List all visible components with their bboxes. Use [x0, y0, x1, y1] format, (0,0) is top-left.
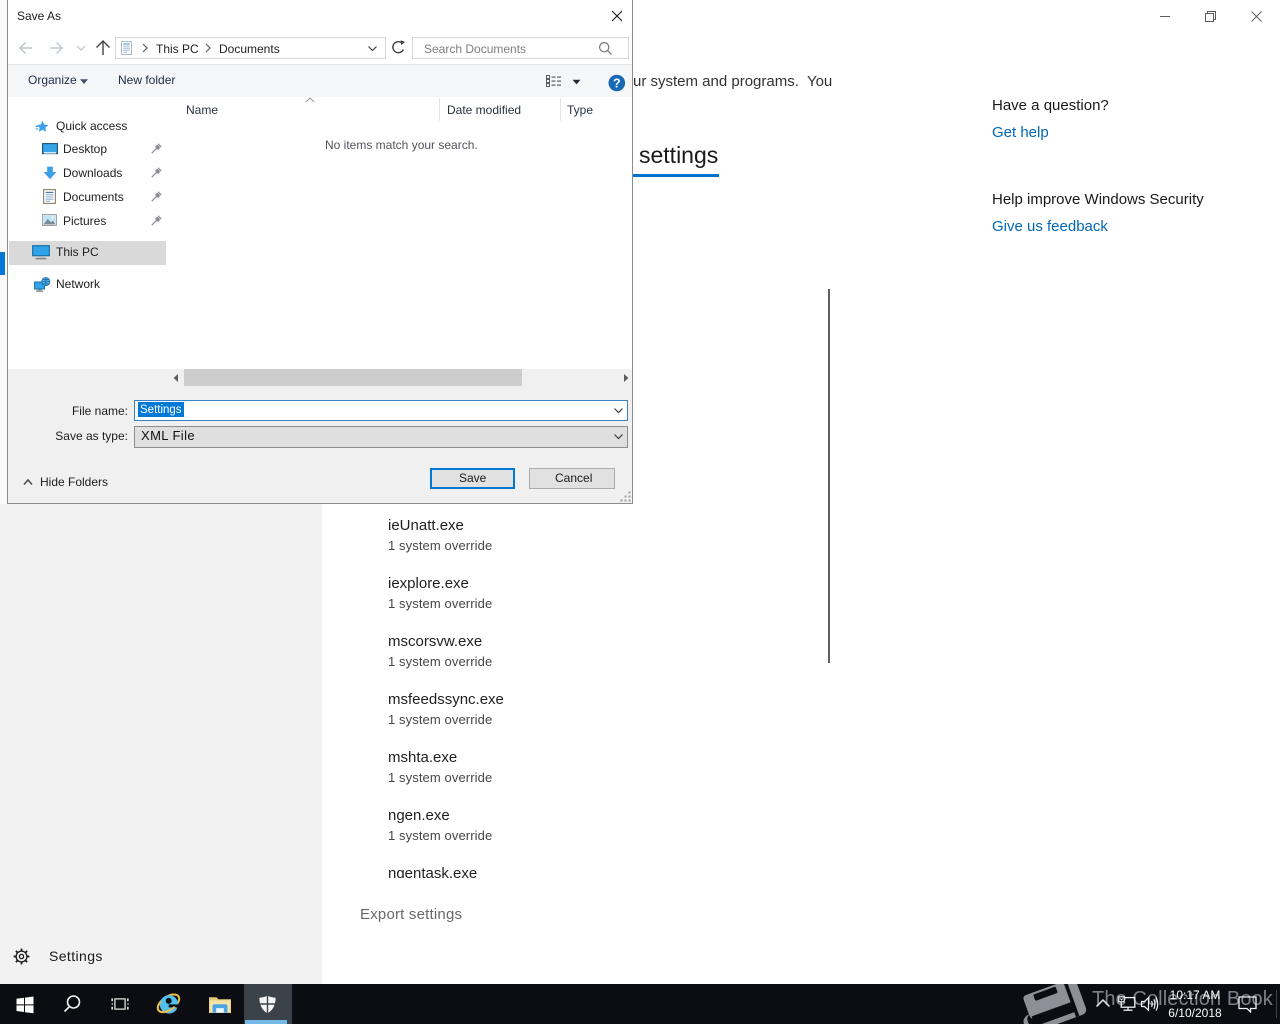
svg-text:?: ? [613, 76, 621, 90]
